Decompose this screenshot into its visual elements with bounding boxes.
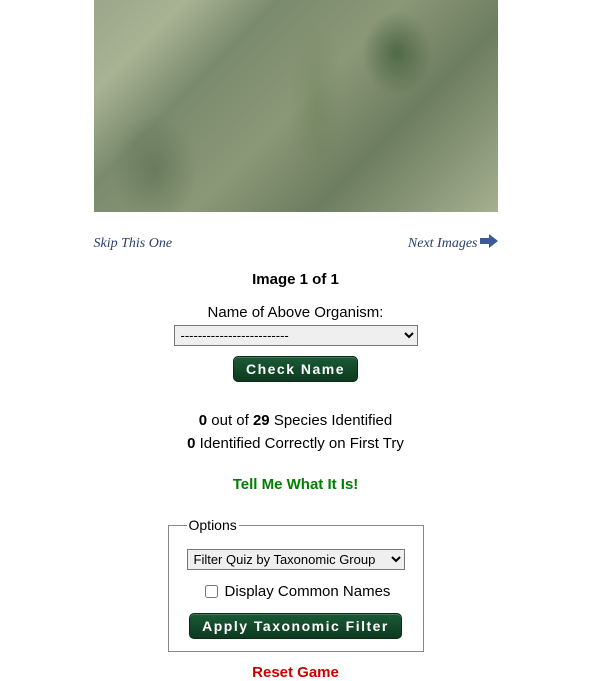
identified-count: 0 xyxy=(199,412,207,429)
taxonomic-group-select[interactable]: Filter Quiz by Taxonomic Group xyxy=(187,549,405,570)
options-fieldset: Options Filter Quiz by Taxonomic Group D… xyxy=(168,517,424,652)
organism-select[interactable]: ------------------------- xyxy=(174,325,418,346)
skip-this-one-link[interactable]: Skip This One xyxy=(94,236,173,252)
reset-game-link[interactable]: Reset Game xyxy=(252,664,339,681)
organism-name-label: Name of Above Organism: xyxy=(208,304,384,321)
options-legend: Options xyxy=(187,517,239,533)
apply-taxonomic-filter-button[interactable]: Apply Taxonomic Filter xyxy=(189,613,402,639)
nav-row: Skip This One Next Images xyxy=(94,234,498,253)
next-images-link[interactable]: Next Images xyxy=(408,234,498,253)
display-common-names-label[interactable]: Display Common Names xyxy=(225,583,391,600)
score-section: 0 out of 29 Species Identified 0 Identif… xyxy=(187,412,404,458)
arrow-right-icon xyxy=(480,234,498,253)
check-name-button[interactable]: Check Name xyxy=(233,356,358,382)
organism-image xyxy=(94,0,498,212)
image-counter: Image 1 of 1 xyxy=(252,271,339,288)
next-images-label: Next Images xyxy=(408,236,478,252)
species-identified-line: 0 out of 29 Species Identified xyxy=(187,412,404,429)
correct-first-try-line: 0 Identified Correctly on First Try xyxy=(187,435,404,452)
total-species-count: 29 xyxy=(253,412,270,429)
display-common-names-checkbox[interactable] xyxy=(205,585,218,598)
tell-me-what-it-is-link[interactable]: Tell Me What It Is! xyxy=(233,476,359,493)
